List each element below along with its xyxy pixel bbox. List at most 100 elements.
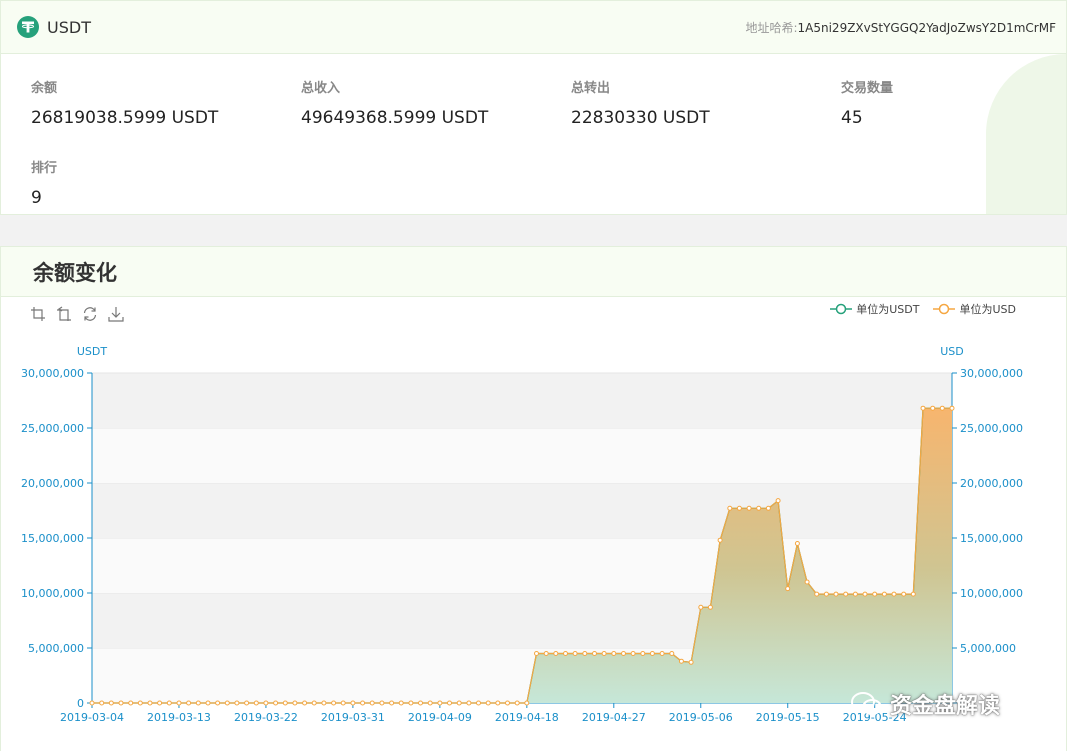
stat-transaction-count: 交易数量 45 [841, 77, 893, 128]
watermark-text: 资金盘解读 [890, 694, 1001, 719]
data-point [582, 651, 588, 656]
y-tick-label-left: 20,000,000 [21, 477, 84, 490]
data-point [717, 537, 723, 543]
chart-section-title: 余额变化 [33, 260, 117, 285]
tether-t-glyph-icon [21, 21, 35, 33]
balance-chart-card: 余额变化 单位为USDT 单位为USD 0 0 5,000,000 5,000,000… [0, 246, 1067, 751]
data-point [215, 700, 221, 706]
tether-logo-icon [17, 16, 39, 38]
data-point [263, 700, 269, 706]
y-axis-title-right: USD [940, 345, 964, 358]
data-point [649, 651, 655, 656]
grid-band [92, 373, 952, 428]
stat-label: 排行 [31, 161, 58, 176]
grid-band [92, 538, 952, 593]
stat-total-outgoing: 总转出 22830330 USDT [571, 77, 710, 128]
data-point [592, 651, 597, 656]
data-point [765, 505, 771, 511]
data-point [485, 700, 491, 706]
data-point [621, 651, 626, 656]
data-point [447, 700, 452, 706]
data-point [253, 700, 259, 706]
data-point [881, 591, 887, 597]
data-point [476, 700, 481, 706]
data-point [563, 651, 568, 656]
x-tick-label: 2019-03-04 [60, 711, 124, 724]
x-tick-label: 2019-05-15 [756, 711, 820, 724]
stat-label: 总收入 [301, 81, 341, 96]
data-point [360, 700, 366, 706]
data-point [408, 700, 414, 706]
data-point [224, 700, 230, 706]
data-point [505, 700, 510, 706]
data-point [147, 700, 153, 706]
data-point [601, 651, 607, 656]
stat-balance: 余额 26819038.5999 USDT [31, 77, 218, 128]
data-point [756, 505, 762, 511]
data-point [186, 700, 192, 706]
data-point [418, 700, 423, 706]
y-tick-label-left: 10,000,000 [21, 587, 84, 600]
data-point [678, 658, 684, 664]
stat-value: 26819038.5999 USDT [31, 108, 219, 128]
watermark: 资金盘解读 [850, 688, 1000, 720]
data-point [311, 700, 317, 706]
data-point [872, 591, 878, 597]
data-point [195, 700, 201, 706]
y-tick-label-right: 20,000,000 [960, 477, 1023, 490]
data-point [785, 586, 791, 592]
data-point [640, 651, 646, 656]
wechat-icon [851, 692, 882, 715]
data-point [369, 700, 375, 706]
chart-header: 余额变化 [1, 247, 1066, 297]
data-point [340, 700, 346, 706]
data-point [244, 700, 250, 706]
data-point [205, 700, 211, 706]
data-point [910, 591, 916, 597]
data-point [234, 700, 240, 706]
stat-value: 22830330 USDT [571, 108, 710, 128]
data-point [99, 700, 105, 706]
data-point [688, 659, 694, 665]
data-point [833, 591, 839, 597]
x-tick-label: 2019-03-13 [147, 711, 211, 724]
data-point [630, 651, 636, 656]
balance-area-chart[interactable]: 0 05,000,000 5,000,00010,000,000 10,000,000… [1, 297, 1066, 751]
data-point [746, 505, 752, 511]
y-axis-title-left: USDT [77, 345, 108, 358]
data-point [736, 505, 742, 511]
y-tick-label-left: 0 [77, 697, 84, 710]
stat-value: 9 [31, 188, 42, 208]
y-tick-label-left: 30,000,000 [21, 367, 84, 380]
stat-value: 45 [841, 108, 863, 128]
data-point [176, 700, 182, 706]
stat-value: 49649368.5999 USDT [301, 108, 489, 128]
data-point [456, 700, 462, 706]
data-point [437, 700, 443, 706]
data-point [137, 700, 143, 706]
data-point [89, 700, 95, 706]
address-value[interactable]: 1A5ni29ZXvStYGGQ2YadJoZwsY2D1mCrMF [798, 21, 1056, 35]
stat-label: 总转出 [571, 81, 611, 96]
data-point [727, 505, 733, 511]
data-point [427, 700, 433, 706]
data-point [514, 700, 520, 706]
data-point [398, 700, 404, 706]
stat-label: 交易数量 [841, 81, 894, 96]
stat-total-income: 总收入 49649368.5999 USDT [301, 77, 488, 128]
data-point [108, 700, 114, 706]
data-point [350, 700, 356, 706]
y-tick-label-right: 5,000,000 [960, 642, 1016, 655]
data-point [543, 651, 549, 656]
data-point [949, 405, 955, 411]
data-point [331, 700, 337, 706]
data-point [273, 700, 279, 706]
data-point [862, 591, 868, 597]
account-header: USDT 地址哈希:1A5ni29ZXvStYGGQ2YadJoZwsY2D1m… [1, 1, 1066, 54]
data-point [166, 700, 172, 706]
data-point [920, 405, 926, 411]
y-tick-label-right: 15,000,000 [960, 532, 1023, 545]
grid-band [92, 483, 952, 538]
data-point [128, 700, 134, 706]
account-info-card: USDT 地址哈希:1A5ni29ZXvStYGGQ2YadJoZwsY2D1m… [0, 0, 1067, 215]
